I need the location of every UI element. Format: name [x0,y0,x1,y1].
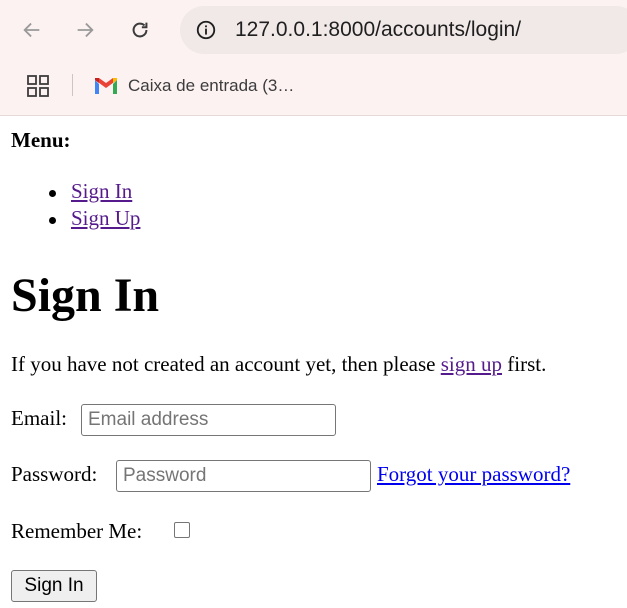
password-input[interactable] [116,460,371,492]
bookmark-label: Caixa de entrada (3… [128,76,295,95]
intro-text-after: first. [502,352,547,376]
sign-in-link[interactable]: Sign In [71,179,132,203]
page-content: Menu: Sign In Sign Up Sign In If you hav… [0,116,627,607]
arrow-right-icon [77,22,94,38]
arrow-left-icon [23,22,40,38]
email-label: Email: [11,406,67,430]
browser-toolbar: 127.0.0.1:8000/accounts/login/ Caixa de … [0,0,627,116]
menu-item-sign-up: Sign Up [0,205,140,232]
remember-me-label: Remember Me: [11,519,143,543]
remember-me-checkbox[interactable] [174,522,190,538]
site-info-icon[interactable] [194,18,218,42]
email-input[interactable] [81,404,336,436]
bookmarks-bar: Caixa de entrada (3… [0,64,627,108]
gmail-icon [94,77,118,95]
forward-button[interactable] [67,12,103,48]
back-button[interactable] [14,12,50,48]
url-text[interactable]: 127.0.0.1:8000/accounts/login/ [235,18,521,42]
reload-icon [132,22,148,38]
forgot-password-link[interactable]: Forgot your password? [377,462,570,487]
apps-grid-icon[interactable] [24,72,52,100]
menu-item-sign-in: Sign In [0,178,140,205]
bookmark-gmail[interactable]: Caixa de entrada (3… [94,72,294,100]
intro-text-before: If you have not created an account yet, … [11,352,441,376]
address-bar[interactable]: 127.0.0.1:8000/accounts/login/ [180,6,627,54]
bookmarks-divider [72,74,73,96]
menu-title: Menu: [11,128,71,152]
sign-in-button[interactable]: Sign In [11,570,97,602]
menu-list: Sign In Sign Up [0,178,140,232]
password-label: Password: [11,462,98,486]
sign-up-link[interactable]: Sign Up [71,206,140,230]
page-title: Sign In [11,269,160,322]
reload-button[interactable] [122,12,158,48]
intro-text: If you have not created an account yet, … [11,352,546,377]
intro-sign-up-link[interactable]: sign up [441,352,502,376]
